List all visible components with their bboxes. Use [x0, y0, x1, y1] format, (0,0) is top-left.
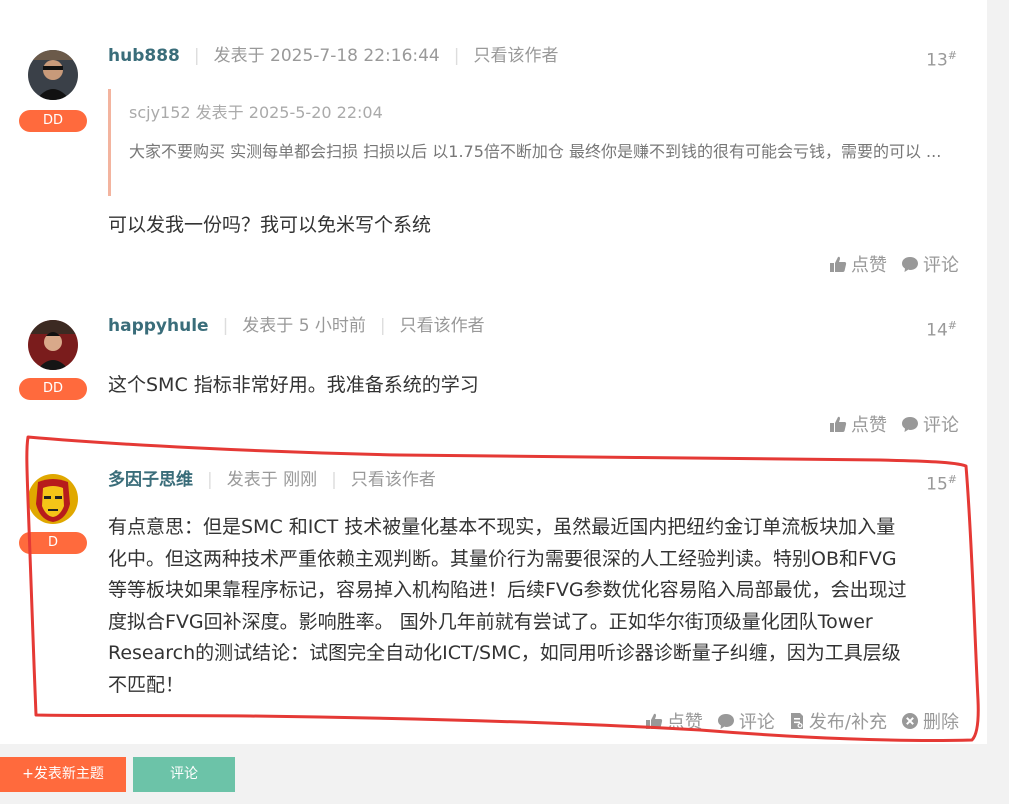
publish-supplement-button[interactable]: 发布/补充 — [789, 708, 887, 734]
post-meta: hub888 | 发表于 2025-7-18 22:16:44 | 只看该作者 — [108, 45, 558, 67]
divider: | — [331, 470, 337, 490]
post-body-line: 化中。但这两种技术严重依赖主观判断。其量价行为需要很深的人工经验判读。特别OB和… — [108, 547, 897, 570]
thumb-up-icon — [830, 256, 847, 272]
like-button[interactable]: 点赞 — [645, 708, 703, 734]
user-level-badge: DD — [19, 110, 87, 132]
thumb-up-icon — [645, 713, 663, 729]
post-time: 发表于 2025-7-18 22:16:44 — [213, 46, 440, 66]
user-level-badge: D — [19, 532, 87, 554]
only-author-link[interactable]: 只看该作者 — [400, 316, 485, 336]
comment-button[interactable]: 评论 — [717, 708, 775, 734]
comment-icon — [717, 714, 734, 729]
post-body-line: 有点意思：但是SMC 和ICT 技术被量化基本不现实，虽然最近国内把纽约金订单流… — [108, 516, 896, 538]
post-body-line: Research的测试结论：试图完全自动化ICT/SMC，如同用听诊器诊断量子纠… — [108, 642, 901, 664]
post-body: 这个SMC 指标非常好用。我准备系统的学习 — [108, 374, 479, 396]
floor-number[interactable]: 13# — [926, 45, 957, 72]
quote-block: scjy152 发表于 2025-5-20 22:04 大家不要购买 实测每单都… — [108, 89, 969, 196]
quote-meta: scjy152 发表于 2025-5-20 22:04 — [129, 103, 383, 122]
like-button[interactable]: 点赞 — [829, 251, 887, 277]
page-gutter — [987, 0, 1009, 804]
thread-panel: DD hub888 | 发表于 2025-7-18 22:16:44 | 只看该作者 1… — [0, 0, 987, 744]
new-topic-button[interactable]: +发表新主题 — [0, 757, 126, 792]
post-body-line: 等等板块如果靠程序标记，容易掉入机构陷进！后续FVG参数优化容易陷入局部最优，会… — [108, 579, 907, 601]
comment-button[interactable]: 评论 — [901, 411, 959, 437]
divider: | — [222, 316, 229, 336]
post-time: 发表于 5 小时前 — [242, 316, 366, 336]
post-body: 可以发我一份吗？我可以免米写个系统 — [108, 214, 432, 236]
author-name[interactable]: hub888 — [108, 46, 180, 66]
divider: | — [379, 316, 386, 336]
divider: | — [193, 46, 200, 66]
user-level-badge: DD — [19, 378, 87, 400]
post-actions: 点赞 评论 — [829, 251, 959, 277]
author-name[interactable]: happyhule — [108, 316, 209, 336]
divider: | — [453, 46, 460, 66]
post-meta: 多因子思维 | 发表于 刚刚 | 只看该作者 — [108, 469, 436, 491]
quote-text: 大家不要购买 实测每单都会扫损 扫损以后 以1.75倍不断加仓 最终你是赚不到钱… — [129, 142, 942, 161]
post-actions: 点赞 评论 — [829, 411, 959, 437]
post-body-line: 不匹配！ — [108, 673, 185, 696]
post-body: 有点意思：但是SMC 和ICT 技术被量化基本不现实，虽然最近国内把纽约金订单流… — [108, 512, 968, 701]
only-author-link[interactable]: 只看该作者 — [473, 46, 558, 66]
reply-button[interactable]: 评论 — [133, 757, 235, 792]
comment-icon — [902, 257, 918, 272]
divider: | — [207, 470, 213, 490]
post-actions: 点赞 评论 发布/补充 删除 — [645, 708, 959, 734]
avatar[interactable] — [28, 50, 78, 100]
avatar[interactable] — [28, 474, 78, 524]
delete-button[interactable]: 删除 — [901, 708, 959, 734]
post-body-line: 度拟合FVG回补深度。影响胜率。 国外几年前就有尝试了。正如华尔街顶级量化团队T… — [108, 610, 873, 633]
document-edit-icon — [790, 713, 803, 729]
like-button[interactable]: 点赞 — [829, 411, 887, 437]
post-time: 发表于 刚刚 — [226, 470, 318, 490]
floor-number[interactable]: 14# — [926, 315, 957, 342]
floor-number[interactable]: 15# — [926, 469, 957, 496]
author-name[interactable]: 多因子思维 — [108, 470, 193, 490]
thumb-up-icon — [830, 416, 847, 432]
avatar[interactable] — [28, 320, 78, 370]
close-circle-icon — [902, 713, 918, 729]
only-author-link[interactable]: 只看该作者 — [351, 470, 436, 490]
post-meta: happyhule | 发表于 5 小时前 | 只看该作者 — [108, 315, 485, 337]
comment-button[interactable]: 评论 — [901, 251, 959, 277]
comment-icon — [902, 417, 918, 432]
